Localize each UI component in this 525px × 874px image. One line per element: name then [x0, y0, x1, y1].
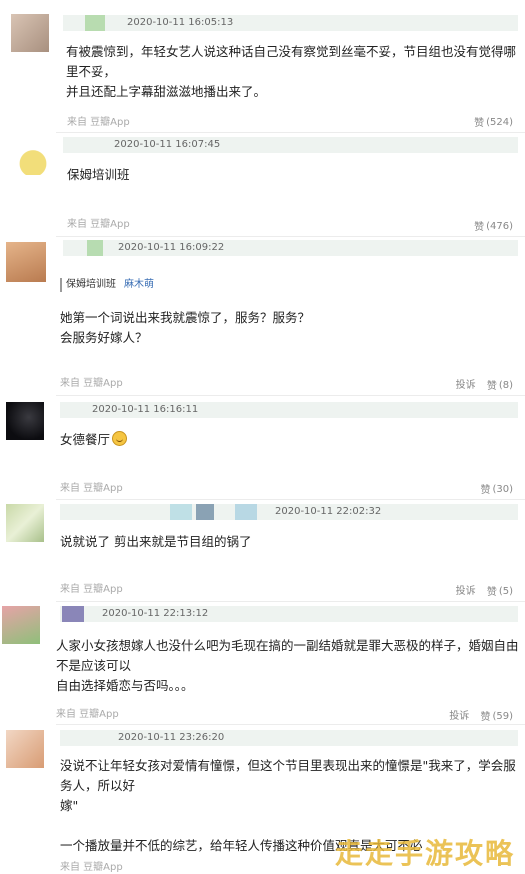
comment-actions: 投诉 赞 (59)	[449, 707, 513, 723]
comment-text: 人家小女孩想嫁人也没什么吧为毛现在搞的一副结婚就是罪大恶极的样子，婚姻自由不是应…	[56, 638, 519, 693]
comment-divider	[56, 395, 525, 396]
comment-source: 来自 豆瓣App	[60, 862, 123, 873]
comment-timestamp: 2020-10-11 22:13:12	[102, 608, 209, 619]
comment-timestamp: 2020-10-11 16:05:13	[127, 17, 234, 28]
quoted-author[interactable]: 麻木萌	[124, 279, 154, 290]
like-button[interactable]: 赞 (30)	[480, 481, 513, 496]
comment-timestamp: 2020-10-11 16:07:45	[114, 139, 221, 150]
avatar[interactable]	[11, 14, 49, 52]
comment-divider	[56, 724, 525, 725]
comment-source: 来自 豆瓣App	[60, 483, 123, 494]
avatar[interactable]	[6, 504, 44, 542]
thumb-up-icon: 赞	[474, 118, 485, 129]
like-button[interactable]: 赞 (8)	[486, 380, 513, 392]
username-redacted	[235, 504, 257, 520]
comment-text: 女德餐厅	[60, 430, 500, 450]
thumb-up-icon: 赞	[474, 222, 485, 233]
thumb-up-icon: 赞	[486, 587, 497, 598]
comment-timestamp: 2020-10-11 22:02:32	[275, 506, 382, 517]
comment-divider	[56, 499, 525, 500]
comment-divider	[56, 601, 525, 602]
report-button[interactable]: 投诉	[456, 380, 476, 391]
like-button[interactable]: 赞 (59)	[480, 711, 513, 723]
username-redacted	[62, 606, 84, 622]
like-count: (5)	[498, 586, 513, 597]
like-count: (476)	[486, 221, 513, 232]
comment-text: 保姆培训班	[67, 167, 130, 182]
like-button[interactable]: 赞 (5)	[486, 586, 513, 598]
like-count: (524)	[486, 117, 513, 128]
report-button[interactable]: 投诉	[449, 711, 469, 722]
thumb-up-icon: 赞	[480, 712, 491, 723]
thumb-up-icon: 赞	[486, 381, 497, 392]
quoted-reply[interactable]: 保姆培训班 麻木萌	[60, 278, 154, 292]
comment-text: 说就说了 剪出来就是节目组的锅了	[60, 534, 252, 549]
avatar[interactable]	[6, 730, 44, 768]
like-count: (8)	[498, 380, 513, 391]
quoted-text: 保姆培训班	[66, 279, 116, 290]
like-button[interactable]: 赞 (524)	[474, 114, 513, 129]
comment-timestamp: 2020-10-11 16:09:22	[118, 242, 225, 253]
comment-text: 她第一个词说出来我就震惊了，服务？服务？ 会服务好嫁人？	[60, 310, 311, 345]
comment-timestamp: 2020-10-11 16:16:11	[92, 404, 199, 415]
like-count: (59)	[492, 711, 513, 722]
comment-text: 有被震惊到，年轻女艺人说这种话自己没有察觉到丝毫不妥，节目组也没有觉得哪里不妥，…	[66, 44, 517, 99]
avatar[interactable]	[14, 137, 52, 175]
comment-source: 来自 豆瓣App	[67, 117, 130, 128]
watermark-logo: 走走手游攻略	[334, 837, 515, 870]
username-redacted	[170, 504, 192, 520]
thumb-up-icon: 赞	[480, 485, 491, 496]
avatar[interactable]	[6, 242, 46, 282]
avatar[interactable]	[2, 606, 40, 644]
comment-source: 来自 豆瓣App	[67, 219, 130, 230]
username-redacted	[85, 15, 105, 31]
comment-source: 来自 豆瓣App	[60, 584, 123, 595]
username-redacted	[196, 504, 214, 520]
avatar[interactable]	[6, 402, 44, 440]
comment-divider	[56, 132, 525, 133]
like-count: (30)	[492, 484, 513, 495]
comment-source: 来自 豆瓣App	[56, 709, 119, 720]
username-redacted	[87, 240, 103, 256]
report-button[interactable]: 投诉	[456, 586, 476, 597]
comment-timestamp: 2020-10-11 23:26:20	[118, 732, 225, 743]
comment-actions: 投诉 赞 (8)	[456, 376, 513, 392]
like-button[interactable]: 赞 (476)	[474, 218, 513, 233]
comment-source: 来自 豆瓣App	[60, 378, 123, 389]
comment-text-content: 女德餐厅	[60, 432, 111, 447]
comment-divider	[56, 236, 525, 237]
grin-emoji-icon	[112, 431, 128, 446]
comment-actions: 投诉 赞 (5)	[456, 582, 513, 598]
